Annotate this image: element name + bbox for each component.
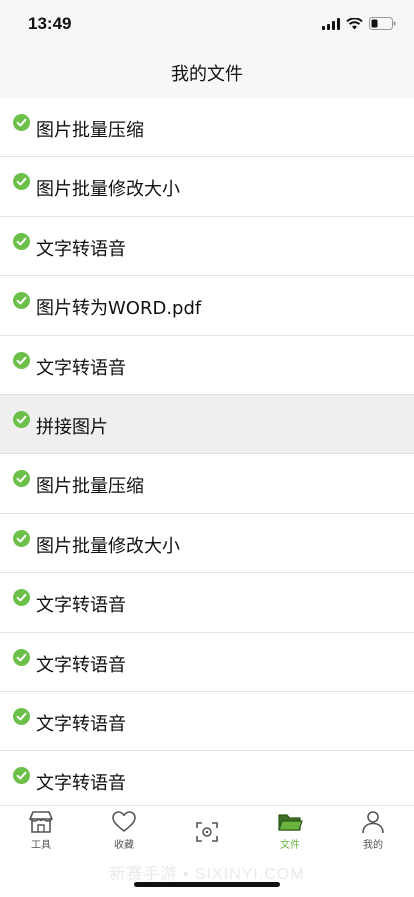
- check-circle-icon: [13, 292, 30, 310]
- file-name: 文字转语音: [36, 595, 126, 617]
- person-icon: [362, 811, 384, 834]
- file-row[interactable]: 文字转语音: [0, 751, 414, 798]
- status-time: 13:49: [28, 14, 72, 33]
- check-circle-icon: [13, 351, 30, 369]
- check-circle-icon: [13, 589, 30, 607]
- tab-label: 文件: [280, 840, 300, 851]
- file-name: 文字转语音: [36, 654, 126, 676]
- tab-label: 收藏: [114, 840, 134, 851]
- check-circle-icon: [13, 767, 30, 785]
- tab-files[interactable]: 文件: [249, 810, 331, 860]
- home-indicator: [134, 882, 280, 887]
- file-name: 图片批量压缩: [36, 120, 144, 141]
- tab-favorites[interactable]: 收藏: [83, 810, 165, 860]
- check-circle-icon: [13, 707, 30, 725]
- file-row[interactable]: 文字转语音: [0, 335, 414, 395]
- file-row[interactable]: 图片批量修改大小: [0, 513, 414, 574]
- tab-profile[interactable]: 我的: [332, 810, 414, 860]
- heart-icon: [112, 811, 136, 832]
- scan-icon: [196, 822, 218, 842]
- watermark: 新赛手游 • SIXINYI.COM: [109, 866, 305, 883]
- file-name: 图片批量压缩: [36, 476, 144, 498]
- status-icons: [322, 17, 396, 30]
- file-row[interactable]: 图片批量压缩: [0, 454, 414, 514]
- check-circle-icon: [13, 470, 30, 488]
- nav-bar: 我的文件: [0, 48, 414, 99]
- file-name: 文字转语音: [36, 713, 126, 735]
- file-row-selected[interactable]: 拼接图片: [0, 394, 414, 455]
- page-title: 我的文件: [171, 64, 243, 85]
- file-row[interactable]: 图片转为WORD.pdf: [0, 276, 414, 336]
- file-list[interactable]: 图片批量压缩 图片批量修改大小 文字转语音 图片转为WORD.pdf 文字转语音…: [0, 98, 414, 798]
- status-bar: 13:49: [0, 0, 414, 48]
- tab-tools[interactable]: 工具: [0, 810, 82, 860]
- tab-label: 我的: [363, 840, 383, 851]
- file-row[interactable]: 图片批量压缩: [0, 98, 414, 158]
- file-name: 图片批量修改大小: [36, 535, 180, 557]
- check-circle-icon: [13, 648, 30, 666]
- store-icon: [29, 811, 53, 833]
- file-name: 文字转语音: [36, 773, 126, 795]
- tab-scan[interactable]: [166, 810, 248, 860]
- cellular-signal-icon: [322, 17, 340, 30]
- battery-icon: [369, 17, 396, 30]
- file-row[interactable]: 图片批量修改大小: [0, 157, 414, 217]
- file-name: 图片批量修改大小: [36, 179, 180, 201]
- file-row[interactable]: 文字转语音: [0, 573, 414, 633]
- check-circle-icon: [13, 410, 30, 428]
- check-circle-icon: [13, 232, 30, 250]
- check-circle-icon: [13, 173, 30, 191]
- file-row[interactable]: 文字转语音: [0, 691, 414, 752]
- file-name: 文字转语音: [36, 357, 126, 379]
- file-name: 拼接图片: [36, 416, 108, 438]
- file-name: 图片转为WORD.pdf: [36, 298, 202, 320]
- tab-label: 工具: [31, 840, 51, 851]
- file-row[interactable]: 文字转语音: [0, 632, 414, 692]
- file-name: 文字转语音: [36, 238, 126, 260]
- check-circle-icon: [13, 114, 30, 131]
- check-circle-icon: [13, 529, 30, 547]
- file-row[interactable]: 文字转语音: [0, 216, 414, 277]
- wifi-icon: [346, 17, 363, 29]
- folder-icon: [278, 814, 303, 831]
